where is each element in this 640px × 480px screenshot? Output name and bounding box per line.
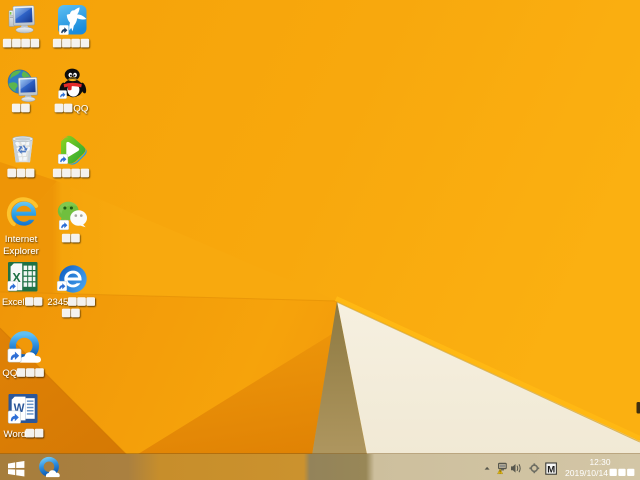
svg-text:Internet: Internet (5, 234, 38, 245)
svg-text:QQ: QQ (2, 368, 17, 379)
svg-text:2019/10/14: 2019/10/14 (565, 468, 608, 478)
svg-text:Explorer: Explorer (3, 246, 40, 257)
svg-text:Word: Word (4, 429, 27, 440)
svg-text:2345: 2345 (47, 296, 68, 307)
svg-text:12:30: 12:30 (590, 457, 611, 467)
svg-text:QQ: QQ (73, 104, 88, 115)
svg-text:M: M (547, 465, 555, 476)
svg-text:Excel: Excel (2, 297, 24, 307)
